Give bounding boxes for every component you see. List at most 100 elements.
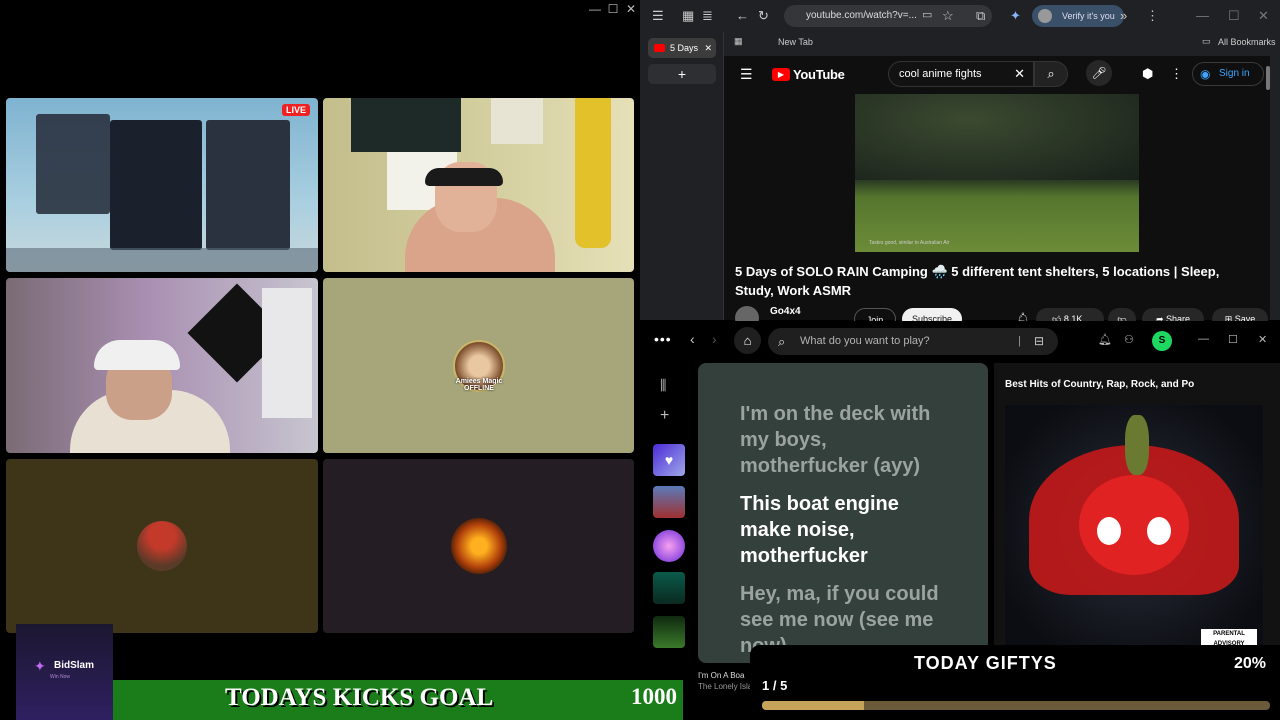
spotify-close-icon[interactable]: ✕ — [1258, 333, 1267, 346]
bookmarks-bar: ▦ New Tab ▭ All Bookmarks — [724, 32, 1280, 52]
create-playlist-icon[interactable]: + — [660, 407, 669, 425]
friends-activity-icon[interactable]: ⚇ — [1124, 333, 1134, 346]
sign-in-button[interactable]: ◉ Sign in — [1192, 62, 1264, 86]
call-window: — ☐ ✕ LIVE Amiees Magic OFFLINE — [0, 0, 640, 720]
user-avatar[interactable]: S — [1152, 331, 1172, 351]
tab-youtube[interactable]: 5 Days ✕ — [648, 38, 716, 58]
cast-icon[interactable]: ▭ — [922, 8, 932, 21]
chevron-right-icon[interactable]: » — [1120, 8, 1127, 23]
search-value: cool anime fights — [899, 68, 982, 80]
youtube-logo[interactable]: ▶ YouTube — [772, 67, 845, 82]
participant-tile-audio-1[interactable] — [6, 459, 318, 633]
home-icon[interactable]: ⌂ — [734, 327, 761, 354]
spotify-maximize-icon[interactable]: ☐ — [1228, 333, 1238, 346]
bookmark-star-icon[interactable]: ☆ — [942, 8, 954, 24]
bidslam-logo: ✦ BidSlam Win Now — [16, 624, 113, 720]
spotify-search-input[interactable]: ⌕ What do you want to play? | ⊟ — [768, 328, 1058, 355]
browser-toolbar: ☰ ▦ ≣ ← ↻ youtube.com/watch?v=... ▭ ☆ ⧉ … — [640, 0, 1280, 32]
youtube-search-input[interactable]: cool anime fights ✕ — [888, 61, 1034, 87]
mini-player[interactable]: I'm On A Boa The Lonely Isla — [698, 671, 758, 711]
youtube-page: ☰ ▶ YouTube cool anime fights ✕ ⌕ 🎤︎ ⬢ ⋮… — [724, 56, 1270, 330]
participant-tile-offline[interactable]: Amiees Magic OFFLINE — [323, 278, 634, 453]
playlist-title[interactable]: Best Hits of Country, Rap, Rock, and Po — [1005, 379, 1195, 390]
all-bookmarks-link[interactable]: All Bookmarks — [1218, 37, 1276, 47]
page-scrollbar[interactable] — [1266, 66, 1270, 90]
call-minimize-button[interactable]: — — [586, 2, 604, 16]
gifty-percent: 20% — [1234, 655, 1267, 672]
sign-in-label: Sign in — [1219, 68, 1250, 79]
more-horiz-icon[interactable]: ••• — [654, 331, 672, 347]
library-item-4[interactable] — [653, 616, 685, 648]
back-nav-icon[interactable]: ‹ — [690, 331, 695, 347]
vertical-tabs-icon[interactable]: ≣ — [702, 8, 713, 24]
video-title: 5 Days of SOLO RAIN Camping 🌧️ 5 differe… — [735, 264, 1220, 298]
back-icon[interactable]: ← — [736, 8, 749, 23]
vertical-tab-strip: 5 Days ✕ + — [640, 32, 724, 320]
video-caption: Tastes good, similar to Australian Air — [869, 240, 950, 246]
gemini-icon[interactable]: ✦ — [1010, 8, 1021, 24]
spotify-minimize-icon[interactable]: — — [1198, 333, 1209, 345]
create-icon[interactable]: ⬢ — [1142, 66, 1153, 82]
youtube-favicon — [654, 44, 665, 52]
voice-search-icon[interactable]: 🎤︎ — [1086, 60, 1112, 86]
profile-avatar — [1038, 9, 1052, 23]
library-icon[interactable]: ⫼ — [660, 377, 666, 394]
menu-icon[interactable]: ☰ — [652, 8, 664, 24]
youtube-menu-icon[interactable]: ☰ — [740, 66, 753, 83]
reload-icon[interactable]: ↻ — [758, 8, 769, 24]
now-playing-artist: The Lonely Isla — [698, 682, 753, 691]
bidslam-sub: Win Now — [50, 674, 71, 680]
youtube-play-icon: ▶ — [772, 68, 790, 81]
library-item-3[interactable] — [653, 572, 685, 604]
liked-songs-icon[interactable]: ♥ — [653, 444, 685, 476]
notifications-icon[interactable]: 🔔︎ — [1098, 333, 1112, 346]
call-maximize-button[interactable]: ☐ — [604, 2, 622, 16]
new-tab-button[interactable]: + — [648, 64, 716, 84]
video-player[interactable]: Tastes good, similar to Australian Air — [855, 94, 1139, 252]
clear-search-icon[interactable]: ✕ — [1014, 62, 1025, 86]
library-item-2[interactable] — [653, 530, 685, 562]
participant-tile-webcam-2[interactable] — [6, 278, 318, 453]
maximize-icon[interactable]: ☐ — [1228, 8, 1240, 24]
browser-window: ☰ ▦ ≣ ← ↻ youtube.com/watch?v=... ▭ ☆ ⧉ … — [640, 0, 1280, 330]
account-icon: ◉ — [1200, 67, 1211, 81]
gifty-goal-widget: TODAY GIFTYS 20% 1 / 5 — [750, 645, 1280, 720]
extensions-icon[interactable]: ⧉ — [976, 8, 985, 24]
participant-tile-game[interactable]: LIVE — [6, 98, 318, 272]
offline-avatar-label: Amiees Magic OFFLINE — [455, 378, 503, 392]
bidslam-name: BidSlam — [54, 660, 95, 671]
verify-button[interactable]: Verify it's you — [1032, 5, 1124, 27]
kicks-goal-banner: TODAYS KICKS GOAL — [113, 680, 683, 720]
lyric-line[interactable]: I'm on the deck with my boys, motherfuck… — [740, 401, 946, 479]
address-bar[interactable]: youtube.com/watch?v=... — [784, 5, 992, 27]
participant-avatar — [450, 518, 507, 574]
library-item-1[interactable] — [653, 486, 685, 518]
participant-tile-audio-2[interactable] — [323, 459, 634, 633]
youtube-search-button[interactable]: ⌕ — [1034, 61, 1068, 87]
tab-title: 5 Days — [670, 43, 699, 53]
apps-icon[interactable]: ▦ — [734, 36, 743, 47]
close-icon[interactable]: ✕ — [1258, 8, 1269, 24]
participant-tile-webcam-1[interactable] — [323, 98, 634, 272]
lyric-line-active[interactable]: This boat engine make noise, motherfucke… — [740, 491, 946, 569]
verify-label: Verify it's you — [1062, 11, 1115, 21]
tab-close-icon[interactable]: ✕ — [704, 38, 712, 58]
album-cover: PARENTAL ADVISORY — [1005, 405, 1263, 653]
call-close-button[interactable]: ✕ — [622, 2, 640, 16]
minimize-icon[interactable]: — — [1196, 8, 1209, 23]
browse-icon[interactable]: ⊟ — [1034, 328, 1044, 355]
kicks-goal-title: TODAYS KICKS GOAL — [225, 684, 494, 711]
search-placeholder: What do you want to play? — [800, 335, 930, 347]
more-vert-icon[interactable]: ⋮ — [1146, 8, 1159, 24]
tab-grid-icon[interactable]: ▦ — [682, 8, 694, 24]
gifty-progress-bar — [762, 701, 1270, 710]
participant-avatar — [137, 521, 187, 571]
channel-name[interactable]: Go4x4 — [770, 306, 801, 317]
gifty-title: TODAY GIFTYS — [914, 653, 1057, 673]
forward-nav-icon[interactable]: › — [712, 331, 717, 347]
settings-more-icon[interactable]: ⋮ — [1170, 66, 1183, 82]
bookmark-new-tab[interactable]: New Tab — [778, 37, 813, 47]
bidslam-icon: ✦ — [34, 658, 46, 674]
search-icon: ⌕ — [1047, 66, 1055, 81]
folder-icon: ▭ — [1202, 36, 1211, 46]
